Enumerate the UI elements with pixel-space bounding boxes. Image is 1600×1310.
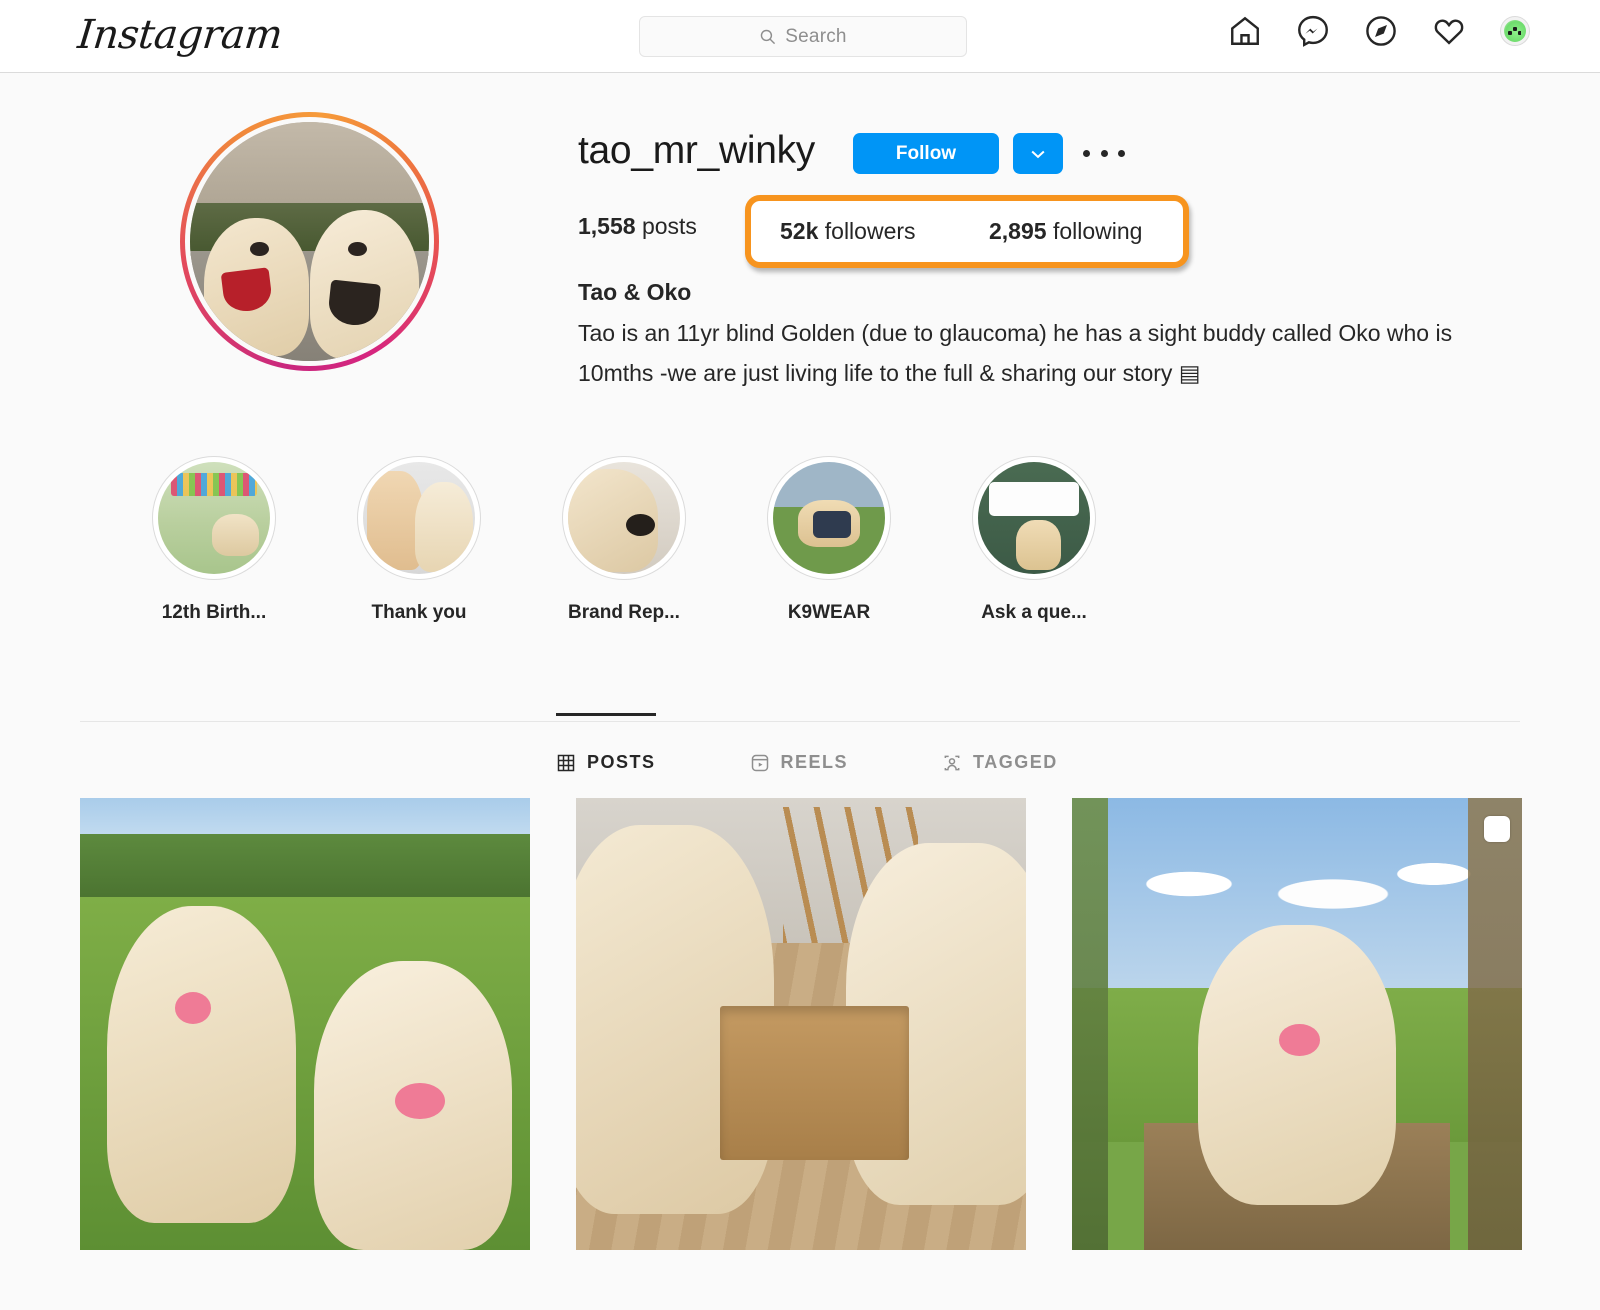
- story-highlight-cover: [158, 462, 270, 574]
- tab-tagged[interactable]: TAGGED: [942, 713, 1058, 773]
- story-highlight-label: Ask a que...: [981, 602, 1087, 623]
- profile-tabs: POSTS REELS TAGGED: [556, 713, 1058, 773]
- tab-posts[interactable]: POSTS: [556, 713, 656, 773]
- story-highlight-label: Thank you: [371, 602, 467, 623]
- multiple-photos-icon: [1484, 816, 1510, 842]
- stats-highlight-box: 52k followers 2,895 following: [745, 195, 1189, 268]
- profile-picture: [190, 122, 429, 361]
- more-options-button[interactable]: [1083, 136, 1125, 170]
- more-dot: [1118, 149, 1125, 157]
- story-highlight-cover: [978, 462, 1090, 574]
- search-icon: [761, 29, 776, 45]
- tab-reels[interactable]: REELS: [750, 713, 849, 773]
- more-dot: [1100, 149, 1108, 157]
- stat-following-label: following: [1052, 218, 1143, 244]
- stat-followers[interactable]: 52k followers: [780, 218, 916, 245]
- grid-icon: [557, 754, 575, 771]
- stat-following[interactable]: 2,895 following: [989, 218, 1142, 245]
- stat-followers-label: followers: [824, 218, 916, 244]
- story-highlight-ring: [357, 456, 481, 580]
- search-placeholder: Search: [785, 25, 847, 47]
- follow-button[interactable]: Follow: [853, 133, 999, 174]
- more-dot: [1083, 149, 1090, 157]
- story-highlight-ring: [152, 456, 276, 580]
- stat-posts-value: 1,558: [578, 213, 636, 239]
- stat-posts: 1,558 posts: [578, 213, 697, 240]
- search-input[interactable]: Search: [639, 16, 967, 57]
- post-thumbnail[interactable]: [80, 798, 530, 1250]
- story-highlight[interactable]: K9WEAR: [767, 456, 891, 624]
- story-highlight[interactable]: Thank you: [357, 456, 481, 624]
- profile-bio-text: Tao is an 11yr blind Golden (due to glau…: [578, 320, 1453, 386]
- messenger-icon[interactable]: [1296, 14, 1330, 48]
- post-grid: [80, 798, 1522, 1250]
- profile-picture-inner: [185, 117, 434, 366]
- story-highlight[interactable]: Brand Rep...: [562, 456, 686, 624]
- stat-following-value: 2,895: [989, 218, 1047, 244]
- story-highlight-ring: [767, 456, 891, 580]
- tagged-icon: [944, 755, 960, 770]
- stat-posts-label: posts: [641, 213, 697, 239]
- home-icon[interactable]: [1228, 14, 1262, 48]
- story-highlight-cover: [363, 462, 475, 574]
- story-highlight[interactable]: 12th Birth...: [152, 456, 276, 624]
- profile-picture-story-ring[interactable]: [180, 112, 439, 371]
- avatar[interactable]: [1500, 16, 1530, 46]
- follow-dropdown-button[interactable]: [1013, 133, 1063, 174]
- tab-reels-label: REELS: [780, 752, 849, 772]
- story-highlight[interactable]: Ask a que...: [972, 456, 1096, 624]
- profile-username: tao_mr_winky: [578, 129, 815, 172]
- top-navigation-bar: Instagram Search: [0, 0, 1600, 73]
- bio-glyph-icon: ▤: [1178, 361, 1201, 387]
- profile-display-name: Tao & Oko: [578, 279, 692, 305]
- story-highlight-label: K9WEAR: [787, 602, 871, 623]
- reels-icon: [751, 754, 768, 771]
- story-highlight-cover: [773, 462, 885, 574]
- compass-icon[interactable]: [1364, 14, 1398, 48]
- nav-icon-group: [1228, 14, 1530, 48]
- stat-followers-value: 52k: [780, 218, 819, 244]
- post-thumbnail[interactable]: [576, 798, 1026, 1250]
- story-highlights: 12th Birth... Thank you Brand Rep... K9W…: [152, 456, 1096, 624]
- instagram-logo[interactable]: Instagram: [76, 12, 285, 58]
- chevron-down-icon: [1031, 150, 1045, 158]
- story-highlight-label: Brand Rep...: [568, 602, 680, 623]
- avatar-image: [1504, 20, 1526, 42]
- tab-posts-label: POSTS: [587, 752, 656, 772]
- post-thumbnail[interactable]: [1072, 798, 1522, 1250]
- story-highlight-ring: [972, 456, 1096, 580]
- story-highlight-ring: [562, 456, 686, 580]
- story-highlight-cover: [568, 462, 680, 574]
- story-highlight-label: 12th Birth...: [161, 602, 267, 623]
- profile-bio: Tao is an 11yr blind Golden (due to glau…: [578, 313, 1530, 394]
- tab-tagged-label: TAGGED: [973, 752, 1058, 772]
- heart-icon[interactable]: [1432, 14, 1466, 48]
